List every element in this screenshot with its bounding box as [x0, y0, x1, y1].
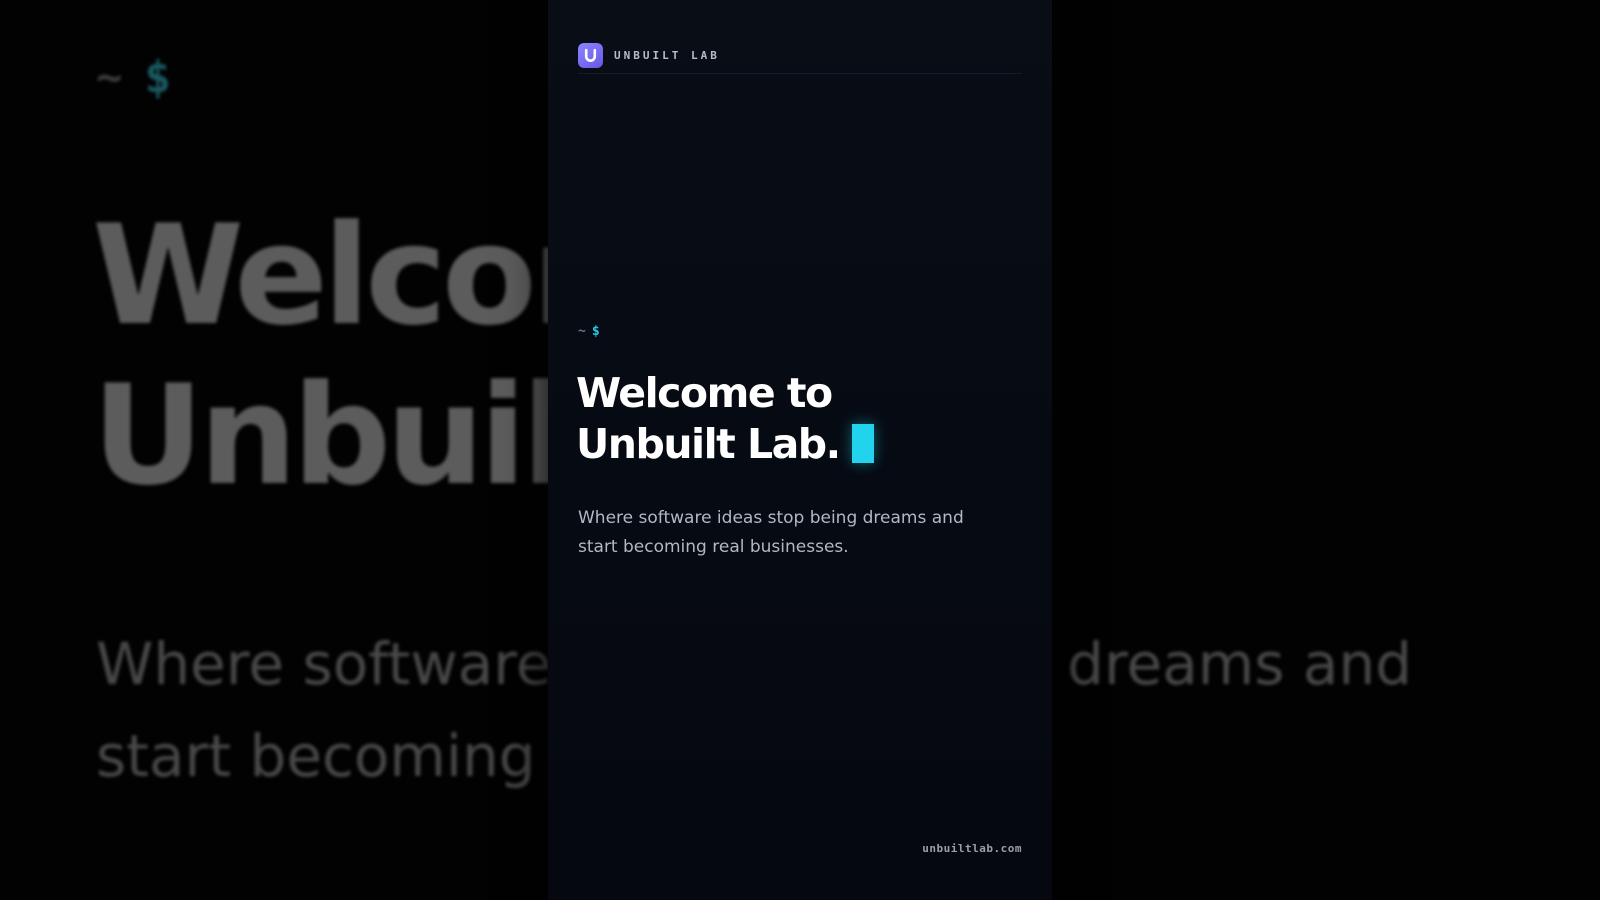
logo-u-glyph: [584, 48, 597, 62]
prompt-dollar: $: [591, 324, 600, 339]
headline-line1: Welcome to: [576, 369, 833, 417]
background-prompt-tilde: ~: [96, 52, 123, 103]
panel-header: UNBUILT LAB: [578, 43, 1022, 74]
website-url[interactable]: unbuiltlab.com: [922, 842, 1022, 855]
terminal-prompt: ~ $: [578, 324, 600, 339]
background-prompt: ~ $: [96, 52, 171, 103]
hero-subtitle: Where software ideas stop being dreams a…: [578, 504, 1018, 562]
headline-line2-wrap: Unbuilt Lab.: [576, 419, 874, 470]
video-frame: ~ $ Welcome to Unbuilt Lab. Where softwar…: [0, 0, 1600, 900]
background-prompt-dollar: $: [144, 52, 172, 103]
headline-line2: Unbuilt Lab.: [576, 420, 841, 468]
text-cursor: [851, 424, 874, 463]
subtitle-line1: Where software ideas stop being dreams a…: [578, 508, 964, 528]
subtitle-line2: start becoming real businesses.: [578, 537, 849, 557]
brand-name[interactable]: UNBUILT LAB: [614, 44, 720, 68]
unbuilt-lab-logo-icon[interactable]: [578, 43, 603, 68]
hero-headline: Welcome to Unbuilt Lab.: [576, 368, 874, 470]
prompt-tilde: ~: [578, 324, 586, 339]
main-panel: UNBUILT LAB ~ $ Welcome to Unbuilt Lab. W…: [548, 0, 1052, 900]
